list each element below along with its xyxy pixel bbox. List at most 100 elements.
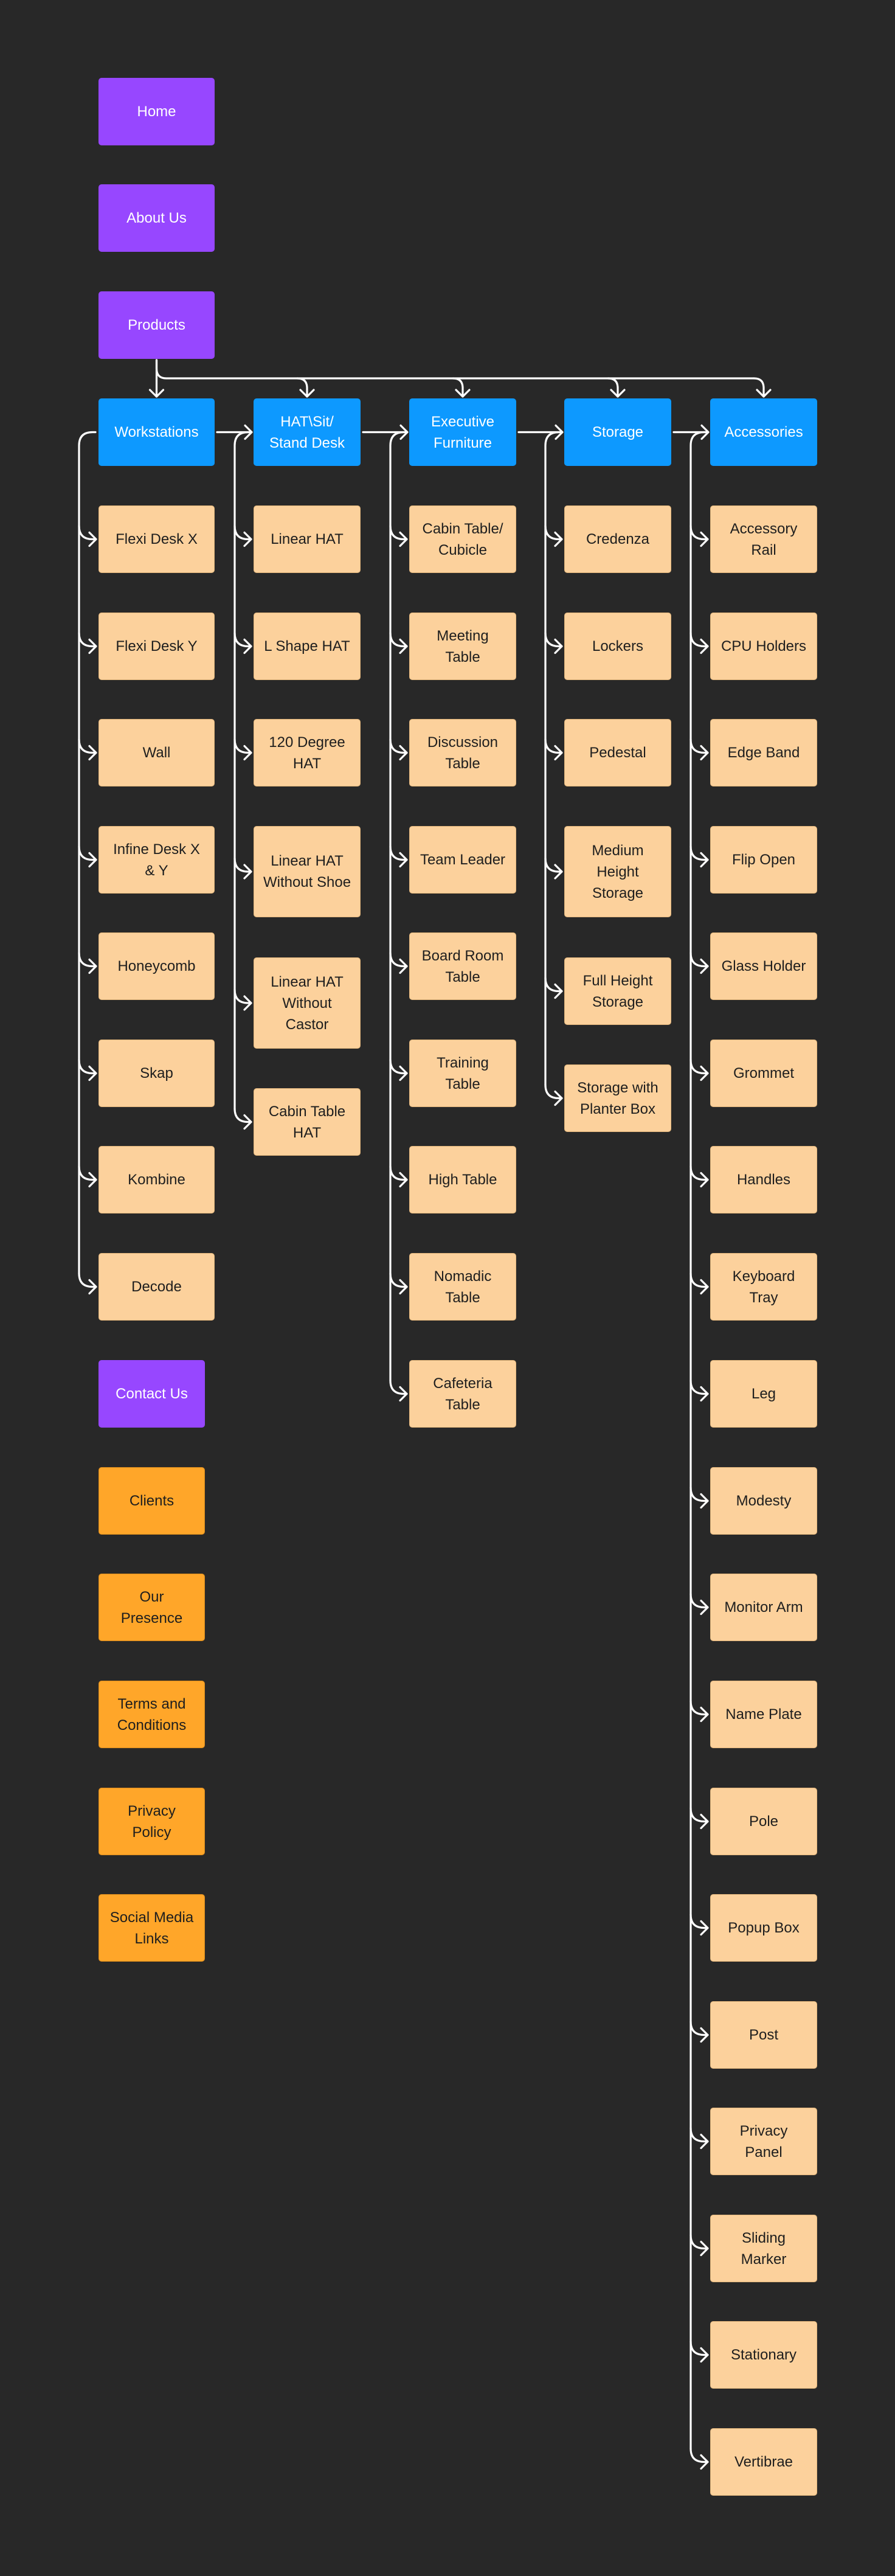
item-wall[interactable]: Wall [98,719,215,786]
item-label: Name Plate [725,1706,802,1723]
item-handles[interactable]: Handles [710,1146,817,1213]
category-executive-label: Executive Furniture [430,413,495,451]
item-label: Kombine [128,1172,185,1188]
connector-branch-2-7 [389,1272,408,1295]
item-training-table[interactable]: Training Table [409,1040,516,1107]
connector-branch-4-11 [689,1699,709,1723]
connector-branch-4-18 [689,2447,709,2470]
item-label: Keyboard Tray [732,1268,795,1306]
item-label: Lockers [592,638,644,654]
connector-branch-4-0 [689,524,709,547]
connector-branch-3-2 [544,738,563,761]
item-glass-holder[interactable]: Glass Holder [710,932,817,1000]
connector-header-3-to-4 [672,424,710,440]
page-clients[interactable]: Clients [98,1467,205,1535]
item-linear-hat-without-castor[interactable]: Linear HAT Without Castor [254,957,361,1049]
item-accessory-rail[interactable]: Accessory Rail [710,505,817,573]
page-social-media-links[interactable]: Social Media Links [98,1894,205,1962]
item-label: High Table [428,1172,497,1188]
page-products[interactable]: Products [98,291,215,359]
item-120-degree-hat[interactable]: 120 Degree HAT [254,719,361,786]
item-sliding-marker[interactable]: Sliding Marker [710,2215,817,2282]
item-discussion-table[interactable]: Discussion Table [409,719,516,786]
item-label: Flexi Desk Y [116,638,198,654]
item-label: Cabin Table HAT [268,1103,346,1141]
page-privacy-policy[interactable]: Privacy Policy [98,1788,205,1855]
item-name-plate[interactable]: Name Plate [710,1681,817,1748]
item-linear-hat-without-shoe[interactable]: Linear HAT Without Shoe [254,826,361,917]
item-label: Pole [748,1813,779,1830]
item-flexi-desk-y[interactable]: Flexi Desk Y [98,613,215,680]
item-medium-height-storage[interactable]: Medium Height Storage [564,826,671,917]
item-label: Infine Desk X & Y [113,841,200,879]
page-our-presence[interactable]: Our Presence [98,1574,205,1641]
item-stationary[interactable]: Stationary [710,2321,817,2389]
page-contact-us[interactable]: Contact Us [98,1360,205,1428]
item-leg[interactable]: Leg [710,1360,817,1428]
footer-label: Terms and Conditions [117,1695,187,1734]
item-lockers[interactable]: Lockers [564,613,671,680]
footer-label: Social Media Links [109,1909,194,1947]
item-l-shape-hat[interactable]: L Shape HAT [254,613,361,680]
item-label: Team Leader [420,852,506,868]
page-about-us[interactable]: About Us [98,184,215,252]
item-board-room-table[interactable]: Board Room Table [409,932,516,1000]
page-home-label: Home [137,103,176,120]
item-cabin-table-hat[interactable]: Cabin Table HAT [254,1088,361,1156]
connector-branch-1-4 [233,988,252,1011]
item-post[interactable]: Post [710,2001,817,2069]
item-label: Linear HAT Without Shoe [263,853,351,890]
category-accessories[interactable]: Accessories [710,398,817,466]
item-team-leader[interactable]: Team Leader [409,826,516,894]
item-privacy-panel[interactable]: Privacy Panel [710,2108,817,2175]
category-hat-sit-stand-desk[interactable]: HAT\Sit/ Stand Desk [254,398,361,466]
item-storage-with-planter-box[interactable]: Storage with Planter Box [564,1064,671,1132]
page-about-us-label: About Us [126,210,187,226]
connector-branch-2-8 [389,1379,408,1402]
item-infine-desk[interactable]: Infine Desk X & Y [98,826,215,894]
item-label: Honeycomb [117,958,196,974]
item-label: Discussion Table [427,734,499,772]
connector-branch-1-3 [233,857,252,880]
item-nomadic-table[interactable]: Nomadic Table [409,1253,516,1321]
item-full-height-storage[interactable]: Full Height Storage [564,957,671,1025]
item-monitor-arm[interactable]: Monitor Arm [710,1574,817,1641]
connector-spine-0 [78,431,97,1275]
item-flexi-desk-x[interactable]: Flexi Desk X [98,505,215,573]
connector-products-header-2 [452,377,471,398]
item-kombine[interactable]: Kombine [98,1146,215,1213]
connector-spine-4 [689,431,708,2450]
category-storage[interactable]: Storage [564,398,671,466]
item-credenza[interactable]: Credenza [564,505,671,573]
page-terms-and-conditions[interactable]: Terms and Conditions [98,1681,205,1748]
item-modesty[interactable]: Modesty [710,1467,817,1535]
connector-branch-4-14 [689,2020,709,2043]
category-workstations[interactable]: Workstations [98,398,215,466]
item-grommet[interactable]: Grommet [710,1040,817,1107]
item-popup-box[interactable]: Popup Box [710,1894,817,1962]
connector-branch-2-5 [389,1058,408,1081]
item-cpu-holders[interactable]: CPU Holders [710,613,817,680]
item-cafeteria-table[interactable]: Cafeteria Table [409,1360,516,1428]
category-executive-furniture[interactable]: Executive Furniture [409,398,516,466]
item-keyboard-tray[interactable]: Keyboard Tray [710,1253,817,1321]
page-home[interactable]: Home [98,78,215,145]
item-cabin-table-cubicle[interactable]: Cabin Table/ Cubicle [409,505,516,573]
item-label: Skap [140,1065,173,1081]
item-pedestal[interactable]: Pedestal [564,719,671,786]
item-label: Credenza [586,531,650,547]
item-label: 120 Degree HAT [269,734,345,772]
connector-branch-4-10 [689,1592,709,1616]
item-edge-band[interactable]: Edge Band [710,719,817,786]
item-pole[interactable]: Pole [710,1788,817,1855]
item-linear-hat[interactable]: Linear HAT [254,505,361,573]
item-honeycomb[interactable]: Honeycomb [98,932,215,1000]
connector-branch-0-2 [78,738,97,761]
item-flip-open[interactable]: Flip Open [710,826,817,894]
item-skap[interactable]: Skap [98,1040,215,1107]
item-decode[interactable]: Decode [98,1253,215,1321]
connector-branch-3-3 [544,857,563,880]
item-meeting-table[interactable]: Meeting Table [409,613,516,680]
item-high-table[interactable]: High Table [409,1146,516,1213]
item-vertibrae[interactable]: Vertibrae [710,2428,817,2496]
